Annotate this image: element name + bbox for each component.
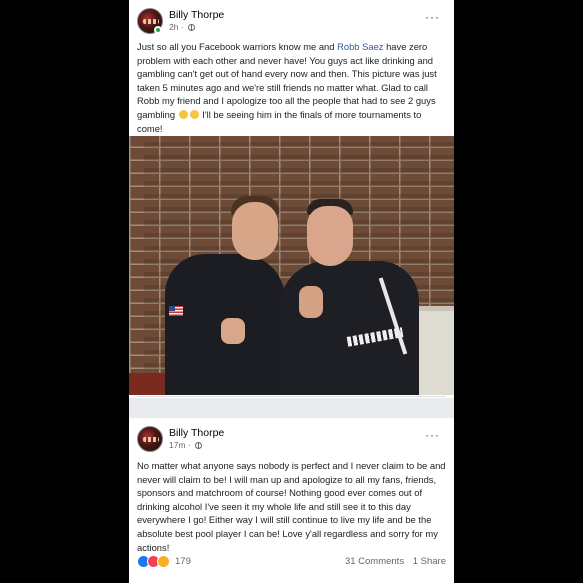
background-object: [129, 373, 169, 395]
post: Billy Thorpe 2h · ··· Just so all you Fa…: [129, 0, 454, 398]
post-header: Billy Thorpe 17m · ···: [129, 418, 454, 452]
post-time[interactable]: 17m ·: [169, 440, 203, 450]
post-separator: [129, 398, 454, 418]
post-text: Just so all you Facebook warriors know m…: [137, 40, 449, 135]
post-text-part: Just so all you Facebook warriors know m…: [137, 41, 338, 52]
post-header: Billy Thorpe 2h · ···: [129, 0, 454, 34]
feed-column: Billy Thorpe 2h · ··· Just so all you Fa…: [129, 0, 454, 583]
person-right-face: [307, 206, 353, 266]
more-options-icon[interactable]: ···: [425, 429, 440, 441]
post-text: No matter what anyone says nobody is per…: [137, 460, 446, 553]
avatar-image: [143, 437, 159, 442]
comments-count[interactable]: 31 Comments: [345, 556, 404, 567]
grinning-sweat-emoji: [178, 109, 188, 119]
author-name[interactable]: Billy Thorpe: [169, 9, 224, 21]
post: Billy Thorpe 17m · ··· No matter what an…: [129, 418, 454, 583]
globe-icon: [188, 24, 196, 31]
pointing-hand: [221, 318, 245, 344]
avatar-image: [143, 19, 159, 24]
post-timestamp[interactable]: 2h: [169, 22, 178, 32]
post-stats: 31 Comments 1 Share: [339, 556, 446, 567]
reaction-count[interactable]: 179: [175, 556, 191, 567]
more-options-icon[interactable]: ···: [425, 11, 440, 23]
online-status-dot: [154, 26, 162, 34]
post-timestamp[interactable]: 17m: [169, 440, 186, 450]
tagged-user-link[interactable]: Robb Saez: [337, 41, 383, 52]
shares-count[interactable]: 1 Share: [413, 556, 446, 567]
person-left-face: [232, 202, 278, 260]
post-photo[interactable]: [129, 136, 454, 395]
thumbs-up-hand: [299, 286, 323, 318]
avatar[interactable]: [137, 426, 163, 452]
author-name[interactable]: Billy Thorpe: [169, 427, 224, 439]
flag-patch: [169, 306, 183, 316]
globe-icon: [195, 442, 203, 449]
divider: [137, 396, 446, 397]
grinning-sweat-emoji: [189, 109, 199, 119]
care-reaction-icon: [157, 555, 170, 568]
post-time[interactable]: 2h ·: [169, 22, 196, 32]
